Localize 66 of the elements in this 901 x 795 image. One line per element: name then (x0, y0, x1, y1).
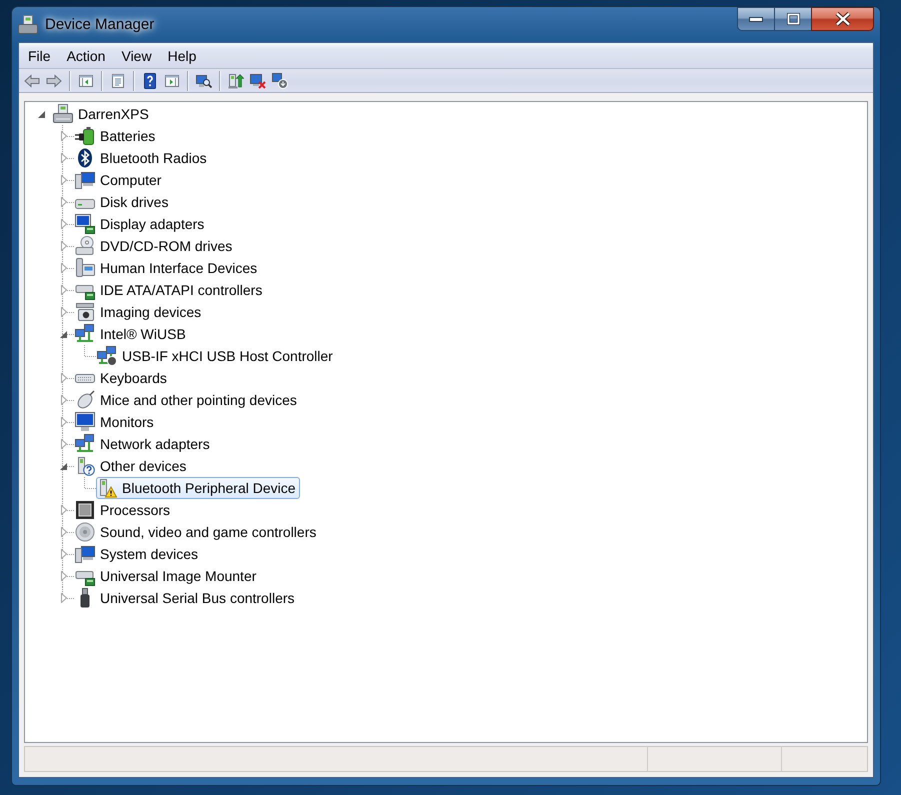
mouse-icon (75, 390, 95, 410)
tree-item[interactable]: Sound, video and game controllers (74, 521, 320, 543)
window-pane-icon (164, 72, 180, 88)
network-icon (75, 434, 95, 454)
monitor-magnifier-icon (196, 72, 212, 88)
computer-icon (75, 544, 95, 564)
device-up-arrow-icon (228, 72, 244, 88)
tree-expander-icon[interactable] (38, 110, 44, 118)
tree-item[interactable]: DarrenXPS (52, 103, 153, 125)
tree-item[interactable]: IDE ATA/ATAPI controllers (74, 279, 266, 301)
tree-item[interactable]: Batteries (74, 125, 160, 147)
arrow-left-icon (24, 72, 40, 88)
tree-expander-icon[interactable] (60, 330, 66, 338)
tree-item[interactable]: Network adapters (74, 433, 214, 455)
battery-icon (75, 126, 95, 146)
tree-item[interactable]: Bluetooth Peripheral Device (96, 477, 300, 499)
monitor-cross-icon (250, 72, 266, 88)
arrow-right-icon (46, 72, 62, 88)
maximize-icon (786, 13, 800, 25)
close-button[interactable] (811, 7, 874, 31)
tree-item[interactable]: Computer (74, 169, 166, 191)
maximize-button[interactable] (775, 7, 811, 31)
menu-item[interactable]: View (113, 44, 160, 66)
tree-item[interactable]: System devices (74, 543, 202, 565)
computer-icon (75, 170, 95, 190)
bluetooth-icon (75, 148, 95, 168)
minimize-icon (749, 16, 763, 22)
menu-item[interactable]: Action (58, 44, 114, 66)
tree-item[interactable]: Imaging devices (74, 301, 206, 323)
help-icon (142, 72, 158, 88)
tree-item[interactable]: Human Interface Devices (74, 257, 262, 279)
printer-icon (18, 15, 38, 35)
minimize-button[interactable] (737, 7, 775, 31)
scanner-icon (75, 302, 95, 322)
device-down-arrow-icon (272, 72, 288, 88)
menu-item[interactable]: File (20, 44, 59, 66)
tree-item[interactable]: Intel® WiUSB (74, 323, 190, 345)
network-icon (75, 324, 95, 344)
tree-item[interactable]: Universal Image Mounter (74, 565, 260, 587)
tree-item[interactable]: Display adapters (74, 213, 208, 235)
monitor-icon (75, 412, 95, 432)
tree-item[interactable]: Keyboards (74, 367, 171, 389)
menu-item[interactable]: Help (160, 44, 204, 66)
tree-item[interactable]: DVD/CD-ROM drives (74, 235, 236, 257)
tree-item[interactable]: USB-IF xHCI USB Host Controller (96, 345, 337, 367)
unknown-device-icon (75, 456, 95, 476)
tree-item[interactable]: Bluetooth Radios (74, 147, 211, 169)
printer-icon (53, 104, 73, 124)
optical-drive-icon (75, 236, 95, 256)
warning-device-icon (97, 478, 117, 498)
tree-item[interactable]: Processors (74, 499, 174, 521)
window-pane-icon (78, 72, 94, 88)
tree-item[interactable]: Mice and other pointing devices (74, 389, 301, 411)
properties-sheet-icon (110, 72, 126, 88)
window-title: Device Manager (45, 16, 154, 34)
usb-controller-icon (97, 346, 117, 366)
display-adapter-icon (75, 214, 95, 234)
tree-item[interactable]: Monitors (74, 411, 158, 433)
tree-expander-icon[interactable] (60, 462, 66, 470)
tree-item[interactable]: Disk drives (74, 191, 172, 213)
processor-chip-icon (75, 500, 95, 520)
close-icon (834, 12, 850, 26)
input-device-icon (75, 258, 95, 278)
tree-item[interactable]: Other devices (74, 455, 190, 477)
tree-item[interactable]: Universal Serial Bus controllers (74, 587, 299, 609)
speaker-icon (75, 522, 95, 542)
